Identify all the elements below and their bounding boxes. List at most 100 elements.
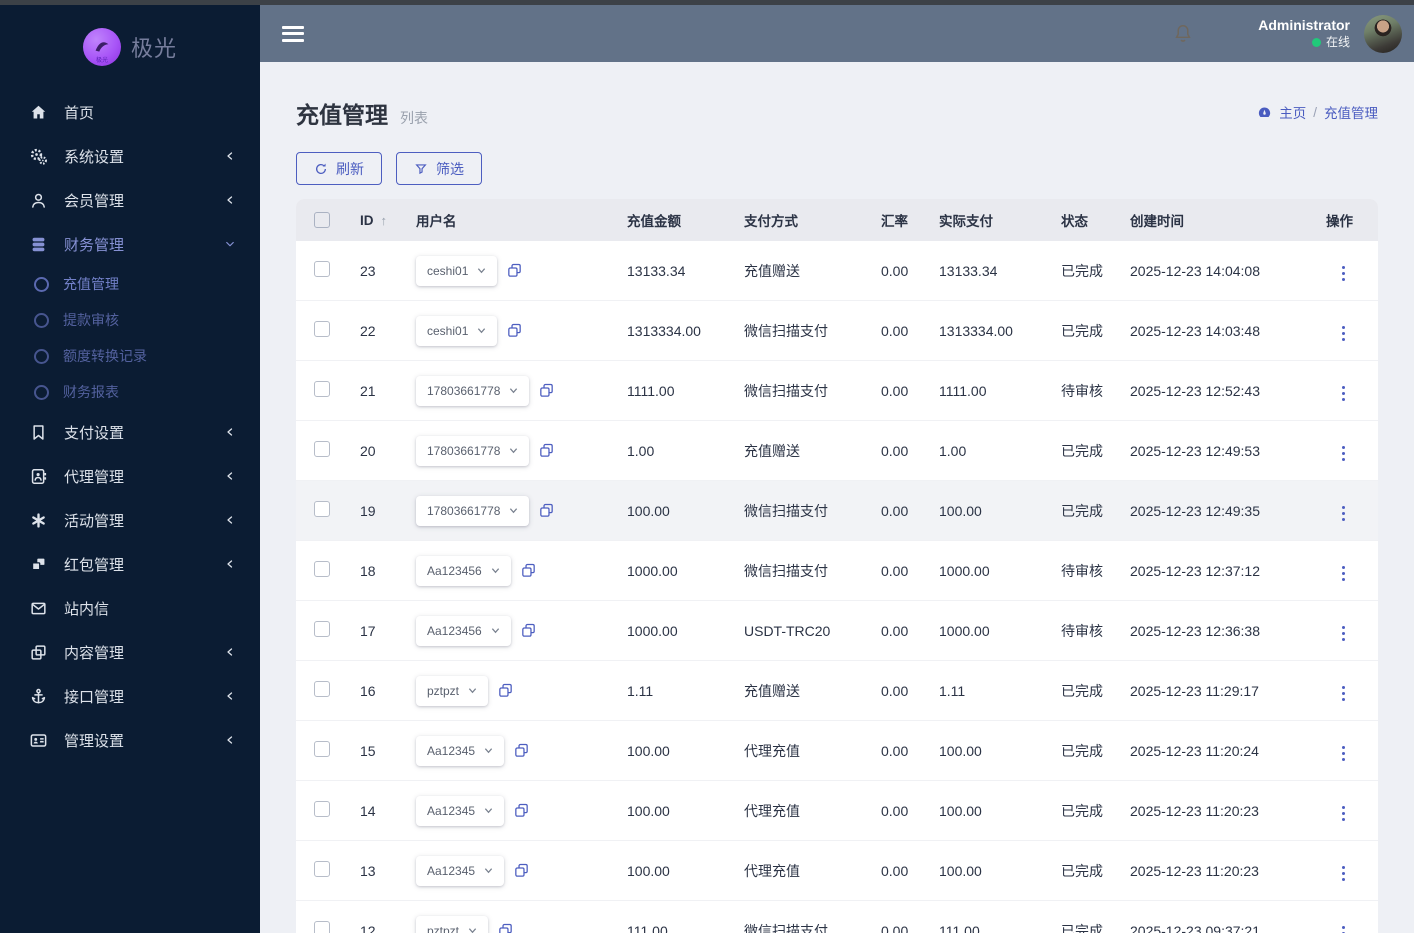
username-select[interactable]: 17803661778	[416, 495, 530, 526]
copy-icon[interactable]	[513, 742, 530, 759]
sidebar-item-站内信[interactable]: 站内信	[0, 586, 260, 630]
sidebar-item-代理管理[interactable]: 代理管理	[0, 454, 260, 498]
row-actual: 100.00	[939, 742, 982, 759]
more-actions-icon[interactable]	[1334, 682, 1353, 705]
row-checkbox[interactable]	[314, 321, 330, 337]
row-checkbox[interactable]	[314, 261, 330, 277]
col-id[interactable]: ID ↑	[360, 213, 416, 228]
sidebar-subitem-财务报表[interactable]: 财务报表	[0, 374, 260, 410]
row-checkbox[interactable]	[314, 861, 330, 877]
username-select[interactable]: Aa12345	[416, 855, 505, 886]
username-select[interactable]: 17803661778	[416, 435, 530, 466]
username-select[interactable]: pztpzt	[416, 915, 489, 933]
row-checkbox[interactable]	[314, 801, 330, 817]
sidebar-subitem-充值管理[interactable]: 充值管理	[0, 266, 260, 302]
more-actions-icon[interactable]	[1334, 742, 1353, 765]
username-select[interactable]: pztpzt	[416, 675, 489, 706]
sidebar-item-首页[interactable]: 首页	[0, 90, 260, 134]
sidebar-item-会员管理[interactable]: 会员管理	[0, 178, 260, 222]
row-checkbox[interactable]	[314, 921, 330, 933]
username-select[interactable]: Aa123456	[416, 555, 511, 586]
row-checkbox[interactable]	[314, 381, 330, 397]
copy-icon[interactable]	[506, 322, 523, 339]
copy-icon[interactable]	[506, 262, 523, 279]
sidebar-item-支付设置[interactable]: 支付设置	[0, 410, 260, 454]
row-method: 微信扫描支付	[744, 502, 828, 519]
row-rate: 0.00	[881, 382, 909, 399]
username-value: ceshi01	[427, 263, 469, 278]
row-checkbox[interactable]	[314, 741, 330, 757]
sidebar-item-接口管理[interactable]: 接口管理	[0, 674, 260, 718]
main-content: 充值管理 列表 主页 / 充值管理 刷新 筛选 ID ↑ 用户名 充值金额 支付方…	[260, 62, 1414, 933]
breadcrumb-current[interactable]: 充值管理	[1324, 102, 1378, 122]
sidebar-item-管理设置[interactable]: 管理设置	[0, 718, 260, 762]
sidebar-subitem-额度转换记录[interactable]: 额度转换记录	[0, 338, 260, 374]
username-select[interactable]: Aa123456	[416, 615, 511, 646]
row-checkbox[interactable]	[314, 441, 330, 457]
chevron-down-icon	[224, 238, 236, 250]
table-row: 14 Aa12345 100.00 代理充值 0.00 100.00 已完成 2…	[296, 781, 1378, 841]
more-actions-icon[interactable]	[1334, 922, 1353, 933]
more-actions-icon[interactable]	[1334, 502, 1353, 525]
more-actions-icon[interactable]	[1334, 622, 1353, 645]
breadcrumb-home[interactable]: 主页	[1279, 102, 1306, 122]
admin-block[interactable]: Administrator 在线	[1258, 17, 1350, 50]
sidebar-subitem-提款审核[interactable]: 提款审核	[0, 302, 260, 338]
col-username: 用户名	[416, 214, 457, 229]
copy-icon[interactable]	[497, 682, 514, 699]
table-body: 23 ceshi01 13133.34 充值赠送 0.00 13133.34 已…	[296, 241, 1378, 933]
row-amount: 100.00	[627, 742, 670, 759]
copy-icon[interactable]	[520, 562, 537, 579]
copy-icon[interactable]	[538, 502, 555, 519]
username-select[interactable]: ceshi01	[416, 315, 498, 346]
refresh-button[interactable]: 刷新	[296, 152, 382, 185]
sidebar-item-财务管理[interactable]: 财务管理	[0, 222, 260, 266]
username-select[interactable]: Aa12345	[416, 795, 505, 826]
more-actions-icon[interactable]	[1334, 802, 1353, 825]
sidebar-item-红包管理[interactable]: 红包管理	[0, 542, 260, 586]
sidebar-item-系统设置[interactable]: 系统设置	[0, 134, 260, 178]
bell-icon[interactable]	[1172, 22, 1194, 46]
more-actions-icon[interactable]	[1334, 862, 1353, 885]
row-actual: 1313334.00	[939, 322, 1013, 339]
user-avatar[interactable]	[1364, 14, 1402, 53]
copy-icon[interactable]	[497, 922, 514, 933]
more-actions-icon[interactable]	[1334, 442, 1353, 465]
more-actions-icon[interactable]	[1334, 382, 1353, 405]
copy-icon[interactable]	[513, 862, 530, 879]
username-value: 17803661778	[427, 383, 501, 398]
row-actual: 1000.00	[939, 622, 990, 639]
row-status: 待审核	[1061, 622, 1103, 639]
row-id: 20	[360, 442, 376, 459]
brand[interactable]: 极光 极光	[0, 0, 260, 88]
copy-icon[interactable]	[538, 382, 555, 399]
row-actual: 100.00	[939, 502, 982, 519]
row-checkbox[interactable]	[314, 681, 330, 697]
chevron-down-icon	[477, 266, 486, 275]
username-select[interactable]: Aa12345	[416, 735, 505, 766]
sidebar-item-内容管理[interactable]: 内容管理	[0, 630, 260, 674]
copy-icon[interactable]	[520, 622, 537, 639]
copy-icon[interactable]	[513, 802, 530, 819]
row-method: 代理充值	[744, 802, 800, 819]
row-checkbox[interactable]	[314, 501, 330, 517]
username-select[interactable]: 17803661778	[416, 375, 530, 406]
row-checkbox[interactable]	[314, 561, 330, 577]
username-select[interactable]: ceshi01	[416, 255, 498, 286]
more-actions-icon[interactable]	[1334, 562, 1353, 585]
hamburger-icon[interactable]	[282, 25, 304, 42]
row-checkbox[interactable]	[314, 621, 330, 637]
envelope-icon	[28, 598, 48, 618]
row-created: 2025-12-23 11:20:23	[1130, 802, 1259, 819]
row-id: 22	[360, 322, 376, 339]
select-all-checkbox[interactable]	[314, 212, 330, 228]
col-created: 创建时间	[1130, 214, 1184, 229]
copy-icon[interactable]	[538, 442, 555, 459]
sort-asc-icon[interactable]: ↑	[381, 213, 388, 228]
more-actions-icon[interactable]	[1334, 262, 1353, 285]
sidebar-item-活动管理[interactable]: 活动管理	[0, 498, 260, 542]
address-book-icon	[28, 466, 48, 486]
clone-icon	[28, 642, 48, 662]
more-actions-icon[interactable]	[1334, 322, 1353, 345]
filter-button[interactable]: 筛选	[396, 152, 482, 185]
